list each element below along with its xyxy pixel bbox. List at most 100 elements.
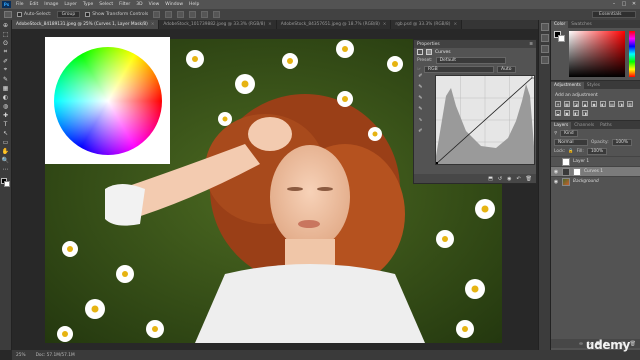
properties-panel-icon[interactable] <box>540 56 549 64</box>
layer-row-curves-1[interactable]: ◉ Curves 1 <box>551 166 640 176</box>
zoom-level[interactable]: 25% <box>16 353 26 358</box>
color-picker-field[interactable] <box>569 31 625 77</box>
close-icon[interactable]: ✕ <box>631 1 637 7</box>
eye-icon[interactable]: ◉ <box>553 169 559 175</box>
menu-select[interactable]: Select <box>96 2 116 7</box>
minimize-icon[interactable]: – <box>611 1 617 7</box>
smooth-curve-icon[interactable]: ✐ <box>417 128 424 135</box>
document-tab-2[interactable]: AdobeStock_101739882.jpeg @ 33.3% (RGB/8… <box>159 20 277 29</box>
workspace-dropdown[interactable]: Essentials <box>592 11 636 18</box>
color-lookup-icon[interactable]: ▣ <box>564 110 570 116</box>
healing-tool-icon[interactable]: ⌖ <box>1 66 10 74</box>
auto-select-dropdown[interactable]: Group <box>56 11 81 18</box>
blend-mode-dropdown[interactable]: Normal <box>554 139 588 146</box>
move-tool-icon[interactable]: ⊕ <box>1 21 10 29</box>
document-tab-4[interactable]: rgb.psd @ 33.3% (RGB/8) × <box>391 20 463 29</box>
fill-field[interactable]: 100% <box>586 148 608 155</box>
menu-3d[interactable]: 3D <box>133 2 145 7</box>
on-image-adjust-icon[interactable]: ☞ <box>417 67 421 72</box>
white-point-eyedropper-icon[interactable]: ✎ <box>417 106 424 113</box>
clip-to-layer-icon[interactable]: ⬒ <box>488 176 493 182</box>
tab-layers[interactable]: Layers <box>551 122 572 129</box>
exposure-icon[interactable]: ▲ <box>582 101 588 107</box>
curves-icon[interactable]: ◪ <box>573 101 579 107</box>
more-tools-icon[interactable]: ⋯ <box>1 165 10 173</box>
tab-color[interactable]: Color <box>551 21 569 28</box>
type-tool-icon[interactable]: T <box>1 120 10 128</box>
background-color-swatch[interactable] <box>558 35 565 42</box>
info-panel-icon[interactable] <box>540 34 549 42</box>
move-tool-preset-icon[interactable] <box>4 11 12 18</box>
view-previous-icon[interactable]: ↺ <box>498 176 502 182</box>
gradient-tool-icon[interactable]: ✚ <box>1 111 10 119</box>
zoom-tool-icon[interactable]: 🔍 <box>1 156 10 164</box>
align-middle-button[interactable] <box>165 11 173 18</box>
black-point-eyedropper-icon[interactable]: ✎ <box>417 84 424 91</box>
curves-graph[interactable] <box>435 74 536 165</box>
eraser-tool-icon[interactable]: ◍ <box>1 102 10 110</box>
layer-row-layer-1[interactable]: Layer 1 <box>551 156 640 166</box>
menu-layer[interactable]: Layer <box>61 2 80 7</box>
draw-curve-icon[interactable]: ∿ <box>417 117 424 124</box>
invert-icon[interactable]: ◧ <box>573 110 579 116</box>
levels-icon[interactable]: ▦ <box>564 101 570 107</box>
menu-filter[interactable]: Filter <box>116 2 133 7</box>
hue-saturation-icon[interactable]: ◐ <box>600 101 606 107</box>
menu-help[interactable]: Help <box>186 2 202 7</box>
delete-layer-icon[interactable]: 🗑 <box>630 341 636 347</box>
delete-adjustment-icon[interactable]: 🗑 <box>526 176 532 182</box>
brush-panel-icon[interactable] <box>540 45 549 53</box>
panel-menu-icon[interactable]: ≡ <box>529 42 533 47</box>
auto-select-option[interactable]: Auto-Select: <box>17 12 52 17</box>
close-tab-icon[interactable]: × <box>453 22 457 27</box>
channel-mixer-icon[interactable]: ◒ <box>555 110 561 116</box>
edit-points-icon[interactable]: ✐ <box>417 73 424 80</box>
history-panel-icon[interactable] <box>540 23 549 31</box>
auto-button[interactable]: Auto <box>497 66 516 73</box>
align-bottom-button[interactable] <box>177 11 185 18</box>
menu-type[interactable]: Type <box>80 2 96 7</box>
auto-select-checkbox[interactable] <box>17 12 22 17</box>
align-left-button[interactable] <box>189 11 197 18</box>
color-balance-icon[interactable]: ▤ <box>609 101 615 107</box>
crop-tool-icon[interactable]: ⌗ <box>1 48 10 56</box>
vibrance-icon[interactable]: ◆ <box>591 101 597 107</box>
shape-tool-icon[interactable]: ▭ <box>1 138 10 146</box>
preset-dropdown[interactable]: Default <box>435 57 506 64</box>
maximize-icon[interactable]: □ <box>621 1 627 7</box>
mask-thumbnail[interactable] <box>573 167 581 176</box>
reset-icon[interactable]: ↶ <box>516 176 520 182</box>
eyedropper-tool-icon[interactable]: ✐ <box>1 57 10 65</box>
layer-mask-icon[interactable] <box>426 49 432 55</box>
lasso-tool-icon[interactable]: ʘ <box>1 39 10 47</box>
document-info[interactable]: Doc: 57.1M/57.1M <box>36 353 75 358</box>
color-panel-swatches[interactable] <box>554 31 566 43</box>
menu-window[interactable]: Window <box>162 2 186 7</box>
show-transform-option[interactable]: Show Transform Controls <box>85 12 148 17</box>
menu-view[interactable]: View <box>146 2 163 7</box>
lock-icon[interactable]: 🔒 <box>568 149 573 154</box>
eye-icon[interactable]: ◉ <box>553 179 559 185</box>
hue-slider[interactable] <box>629 31 635 77</box>
brush-tool-icon[interactable]: ✎ <box>1 75 10 83</box>
align-right-button[interactable] <box>213 11 221 18</box>
document-tab-1[interactable]: AdobeStock_84189131.jpeg @ 25% (Curves 1… <box>12 20 160 29</box>
align-center-button[interactable] <box>201 11 209 18</box>
close-tab-icon[interactable]: × <box>383 22 387 27</box>
background-color-swatch[interactable] <box>4 181 10 187</box>
show-transform-checkbox[interactable] <box>85 12 91 17</box>
brightness-contrast-icon[interactable]: ☀ <box>555 101 561 107</box>
align-top-button[interactable] <box>153 11 161 18</box>
document-tab-3[interactable]: AdobeStock_84357651.jpeg @ 18.7% (RGB/8)… <box>276 20 392 29</box>
history-brush-tool-icon[interactable]: ◐ <box>1 93 10 101</box>
layer-row-background[interactable]: ◉ Background <box>551 176 640 186</box>
marquee-tool-icon[interactable]: ⬚ <box>1 30 10 38</box>
link-layers-icon[interactable]: ∞ <box>579 341 583 347</box>
opacity-field[interactable]: 100% <box>611 139 632 146</box>
gray-point-eyedropper-icon[interactable]: ✎ <box>417 95 424 102</box>
channel-dropdown[interactable]: RGB <box>424 66 495 73</box>
photo-filter-icon[interactable]: ▥ <box>627 101 633 107</box>
properties-header[interactable]: Properties ≡ <box>414 40 536 48</box>
tab-paths[interactable]: Paths <box>597 122 615 129</box>
close-tab-icon[interactable]: × <box>268 22 272 27</box>
